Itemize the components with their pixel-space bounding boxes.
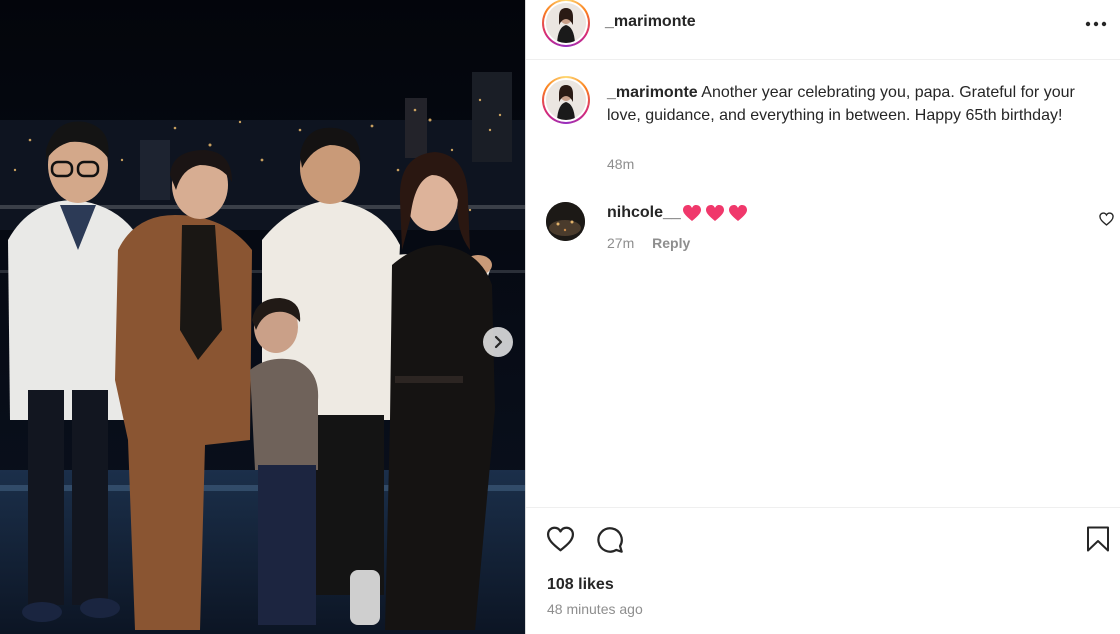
- comment-time: 27m: [607, 235, 635, 251]
- comment-text: [683, 205, 747, 222]
- heart-emoji-icon: [706, 205, 724, 221]
- caption-avatar[interactable]: [542, 76, 590, 124]
- post-header: _marimonte: [526, 0, 1120, 60]
- post-photo: [0, 0, 525, 634]
- heart-icon[interactable]: [546, 526, 575, 552]
- bookmark-icon[interactable]: [1086, 526, 1110, 552]
- post-panel: _marimonte _marimonte Another year celeb…: [525, 0, 1120, 634]
- heart-emoji-icon: [683, 205, 701, 221]
- more-horizontal-icon[interactable]: [1083, 14, 1109, 34]
- caption-time: 48m: [607, 156, 635, 172]
- avatar-photo: [546, 80, 586, 120]
- comment-icon[interactable]: [596, 526, 624, 554]
- post-timestamp: 48 minutes ago: [547, 601, 643, 617]
- chevron-right-icon: [494, 335, 503, 349]
- caption-text: _marimonte Another year celebrating you,…: [607, 81, 1087, 127]
- heart-emoji-icon: [729, 205, 747, 221]
- post-actions: 108 likes 48 minutes ago: [526, 507, 1120, 634]
- next-photo-button[interactable]: [483, 327, 513, 357]
- author-avatar[interactable]: [542, 0, 590, 47]
- commenter-avatar[interactable]: [546, 202, 585, 241]
- avatar-photo: [546, 202, 585, 241]
- family-photo: [0, 0, 525, 634]
- comment-meta: 27m Reply: [607, 235, 690, 251]
- likes-count[interactable]: 108 likes: [547, 576, 614, 594]
- commenter-username[interactable]: nihcole__: [607, 204, 681, 222]
- comment-like-icon[interactable]: [1099, 212, 1114, 226]
- reply-button[interactable]: Reply: [652, 235, 690, 251]
- avatar-photo: [546, 3, 586, 43]
- author-username[interactable]: _marimonte: [605, 13, 696, 31]
- caption-username[interactable]: _marimonte: [607, 84, 698, 101]
